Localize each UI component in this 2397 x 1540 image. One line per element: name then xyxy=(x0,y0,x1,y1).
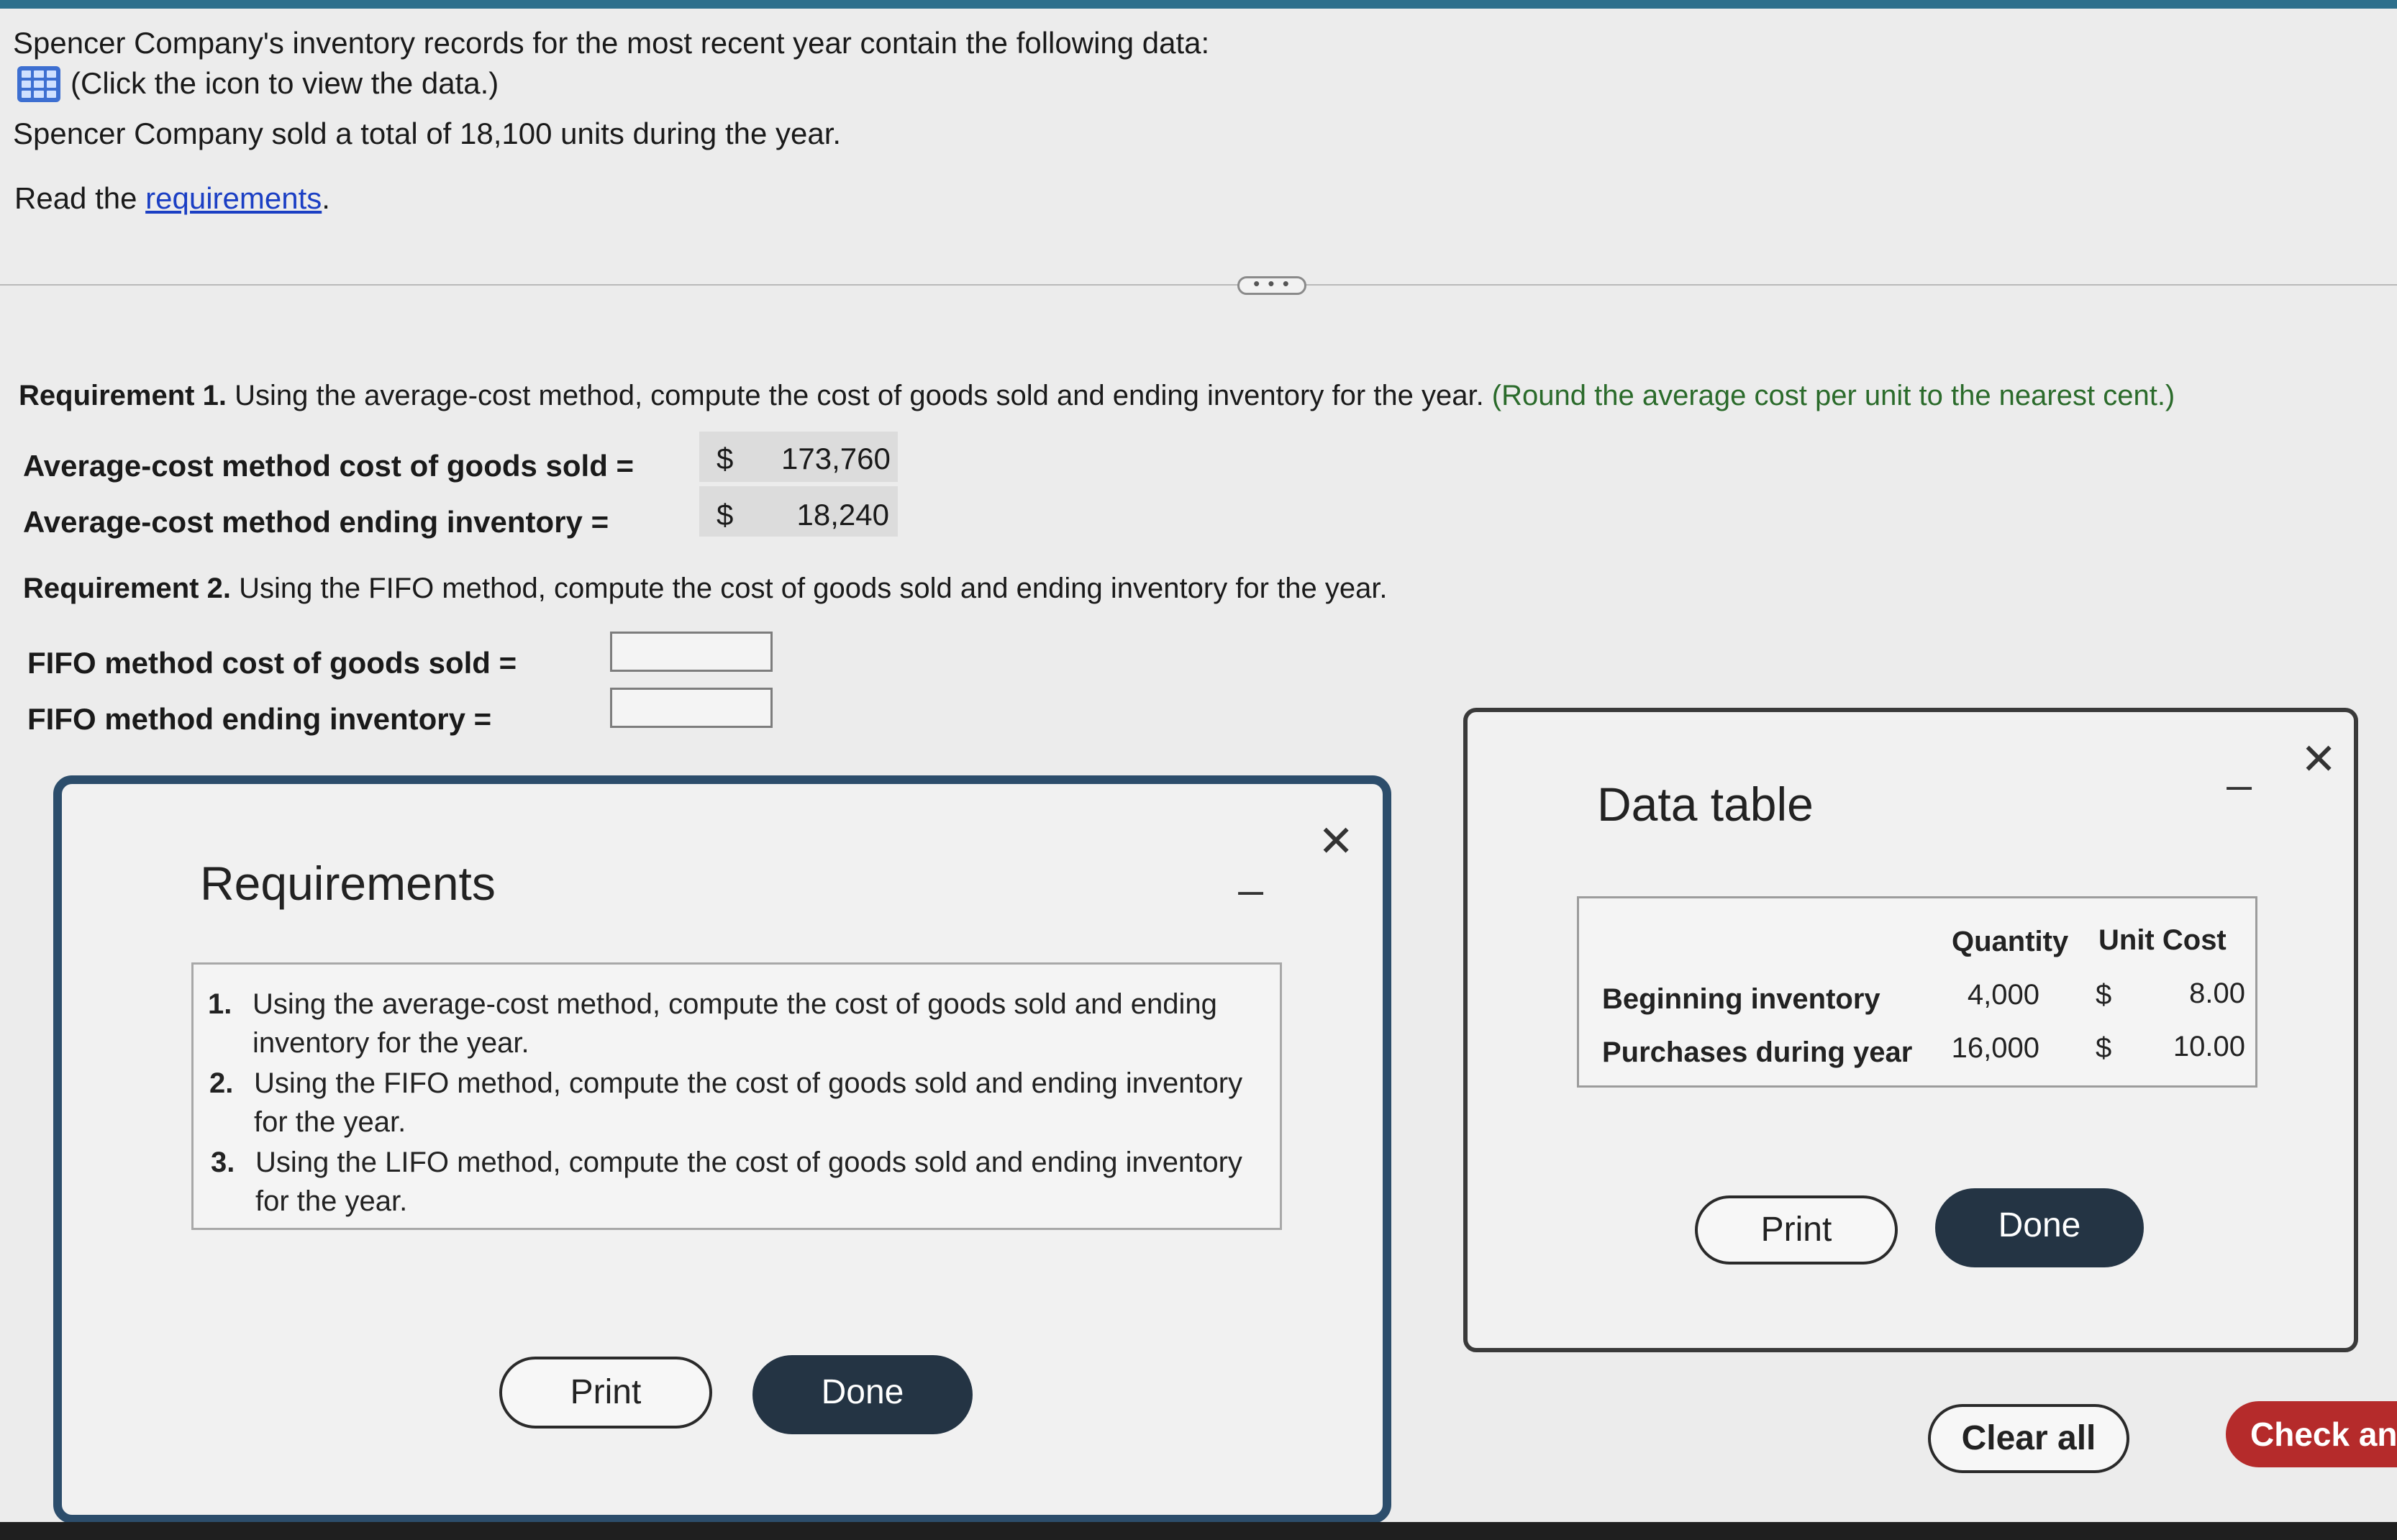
requirements-title: Requirements xyxy=(200,857,496,910)
data-table-done-button[interactable]: Done xyxy=(1935,1188,2144,1267)
read-prefix: Read the xyxy=(14,181,146,215)
row-unit-cost: 8.00 xyxy=(2189,978,2245,1009)
minimize-icon[interactable]: _ xyxy=(1239,850,1263,893)
close-icon[interactable]: ✕ xyxy=(1318,820,1354,863)
quantity-header: Quantity xyxy=(1952,926,2069,957)
unit-cost-header: Unit Cost xyxy=(2098,924,2227,956)
intro-line-1: Spencer Company's inventory records for … xyxy=(13,26,1210,60)
requirement-item-2-line-2: for the year. xyxy=(254,1106,406,1138)
data-table-icon[interactable] xyxy=(17,66,60,102)
avg-cogs-currency: $ xyxy=(717,442,734,475)
requirement-2-label: Requirement 2. xyxy=(23,573,231,604)
row-quantity: 4,000 xyxy=(1967,979,2039,1011)
requirement-number-2: 2. xyxy=(209,1067,234,1099)
requirement-1-heading: Requirement 1. Using the average-cost me… xyxy=(19,380,2175,412)
row-currency: $ xyxy=(2096,979,2112,1011)
data-table-modal: Data table _ ✕ Quantity Unit Cost Beginn… xyxy=(1463,708,2358,1352)
requirement-item-3-line-2: for the year. xyxy=(255,1185,408,1217)
requirement-number-3: 3. xyxy=(211,1147,235,1178)
avg-ei-value: 18,240 xyxy=(796,498,889,532)
inventory-data-table: Quantity Unit Cost Beginning inventory 4… xyxy=(1577,896,2257,1088)
row-label: Purchases during year xyxy=(1602,1036,1913,1068)
avg-ending-inventory-label: Average-cost method ending inventory = xyxy=(23,505,609,539)
requirements-list: 1. Using the average-cost method, comput… xyxy=(191,962,1282,1230)
intro-line-2: Spencer Company sold a total of 18,100 u… xyxy=(13,117,842,150)
requirement-item-2-line-1: Using the FIFO method, compute the cost … xyxy=(254,1067,1243,1099)
requirement-item-1-line-2: inventory for the year. xyxy=(253,1027,529,1059)
rounding-hint: (Round the average cost per unit to the … xyxy=(1483,380,2175,411)
section-divider xyxy=(0,284,2397,286)
clear-all-button[interactable]: Clear all xyxy=(1928,1404,2129,1473)
data-table-title: Data table xyxy=(1597,778,1814,831)
check-answer-button[interactable]: Check an xyxy=(2226,1401,2397,1467)
requirement-1-label: Requirement 1. xyxy=(19,380,227,411)
requirements-done-button[interactable]: Done xyxy=(752,1355,973,1434)
row-quantity: 16,000 xyxy=(1951,1032,2039,1064)
requirement-item-1-line-1: Using the average-cost method, compute t… xyxy=(253,988,1217,1020)
minimize-icon[interactable]: _ xyxy=(2227,745,2251,788)
read-requirements: Read the requirements. xyxy=(14,181,330,216)
requirements-modal: Requirements _ ✕ 1. Using the average-co… xyxy=(53,775,1391,1523)
top-bar xyxy=(0,0,2397,9)
requirement-number-1: 1. xyxy=(208,988,232,1020)
data-table-print-button[interactable]: Print xyxy=(1695,1195,1898,1265)
fifo-ending-inventory-label: FIFO method ending inventory = xyxy=(27,702,492,736)
read-suffix: . xyxy=(322,181,330,215)
requirement-2-heading: Requirement 2. Using the FIFO method, co… xyxy=(23,573,1388,605)
bottom-bar xyxy=(0,1522,2397,1540)
expand-button[interactable]: • • • xyxy=(1237,274,1306,295)
requirements-print-button[interactable]: Print xyxy=(499,1357,712,1429)
requirements-link[interactable]: requirements xyxy=(145,181,322,215)
avg-cogs-value: 173,760 xyxy=(781,442,891,475)
fifo-ending-inventory-input[interactable] xyxy=(610,688,773,728)
fifo-cogs-input[interactable] xyxy=(610,632,773,672)
avg-cogs-label: Average-cost method cost of goods sold = xyxy=(23,449,634,483)
requirement-item-3-line-1: Using the LIFO method, compute the cost … xyxy=(255,1147,1242,1178)
close-icon[interactable]: ✕ xyxy=(2301,738,2337,781)
fifo-cogs-label: FIFO method cost of goods sold = xyxy=(27,646,517,680)
row-currency: $ xyxy=(2096,1032,2112,1064)
row-unit-cost: 10.00 xyxy=(2173,1031,2245,1062)
view-data-link[interactable]: (Click the icon to view the data.) xyxy=(70,66,499,101)
requirement-1-text: Using the average-cost method, compute t… xyxy=(226,380,1484,411)
row-label: Beginning inventory xyxy=(1602,983,1880,1015)
avg-ei-currency: $ xyxy=(717,498,734,532)
requirement-2-text: Using the FIFO method, compute the cost … xyxy=(230,573,1388,604)
